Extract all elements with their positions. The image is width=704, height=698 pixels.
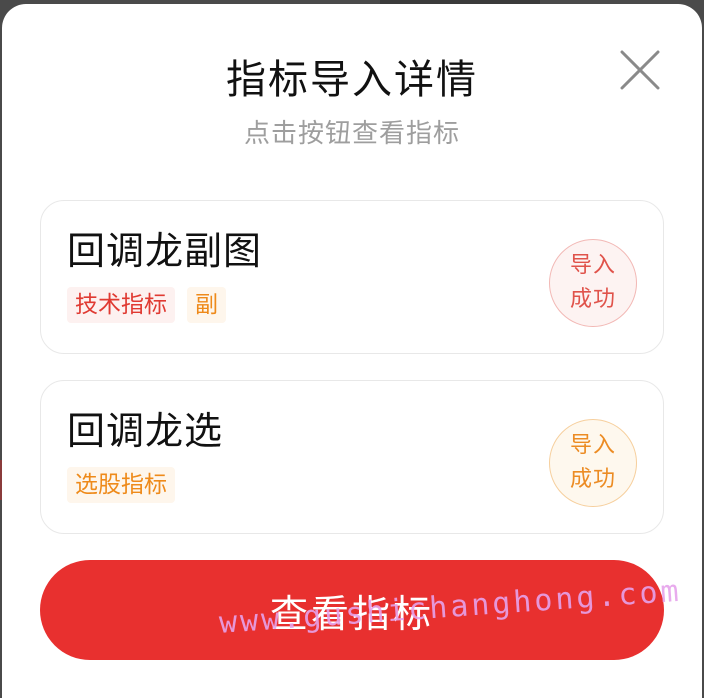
indicator-name: 回调龙副图 xyxy=(67,229,263,273)
import-success-stamp: 导入 成功 xyxy=(549,419,637,507)
indicator-tags: 选股指标 xyxy=(67,467,175,503)
indicator-card[interactable]: 回调龙选 选股指标 导入 成功 xyxy=(40,380,664,534)
import-success-stamp: 导入 成功 xyxy=(549,239,637,327)
indicator-type-tag: 技术指标 xyxy=(67,287,175,323)
stamp-line-1: 导入 xyxy=(569,433,616,458)
indicator-name: 回调龙选 xyxy=(67,409,224,453)
indicator-type-tag: 选股指标 xyxy=(67,467,175,503)
stamp-line-2: 成功 xyxy=(569,287,616,312)
stamp-line-2: 成功 xyxy=(569,467,616,492)
stamp-line-1: 导入 xyxy=(569,253,616,278)
close-icon xyxy=(620,50,660,90)
indicator-tags: 技术指标 副 xyxy=(67,287,226,323)
modal-subtitle: 点击按钮查看指标 xyxy=(243,119,460,149)
indicator-card[interactable]: 回调龙副图 技术指标 副 导入 成功 xyxy=(40,200,664,354)
modal-title: 指标导入详情 xyxy=(226,57,478,103)
indicator-chart-tag: 副 xyxy=(187,287,226,323)
close-button[interactable] xyxy=(614,44,666,96)
